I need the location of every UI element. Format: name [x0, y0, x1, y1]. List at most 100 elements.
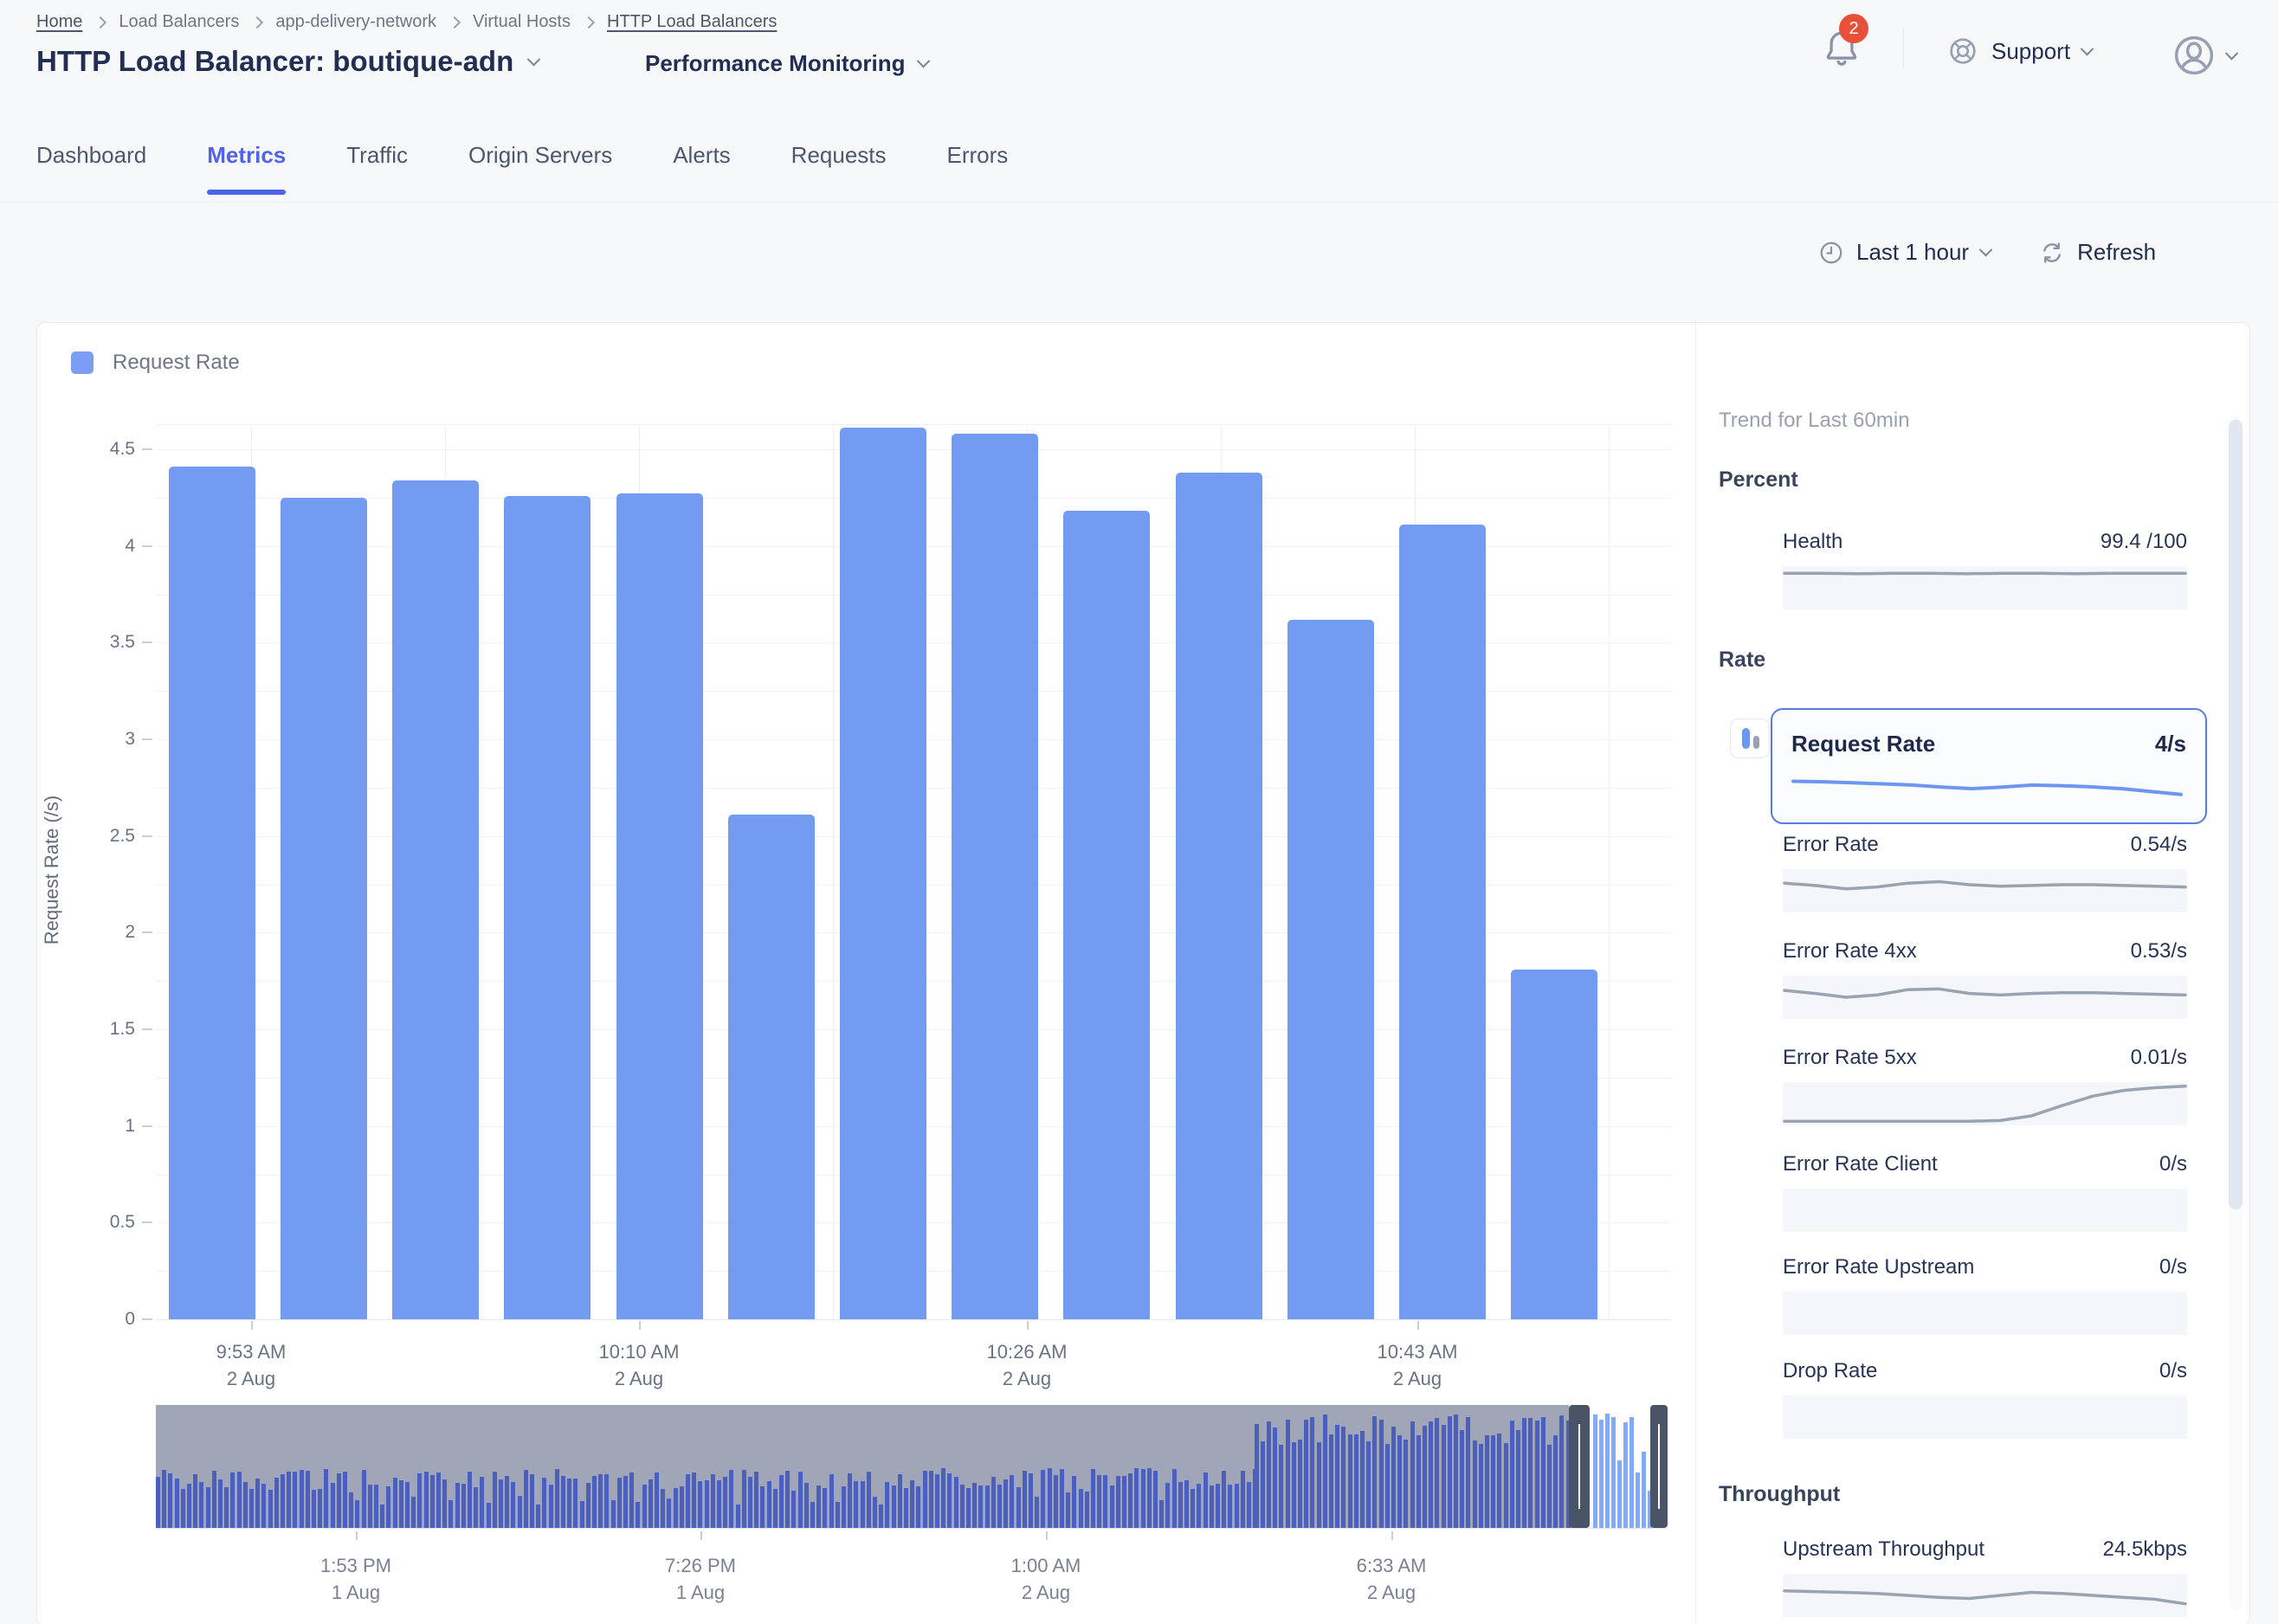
bar-chart-icon[interactable] [1730, 719, 1770, 758]
performance-monitoring-page: Home Load Balancers app-delivery-network… [0, 0, 2278, 1624]
brush-bar [972, 1483, 977, 1528]
brush-bar [312, 1490, 316, 1528]
brush-bar [1255, 1424, 1259, 1528]
metric-row-error-rate-upstream[interactable]: Error Rate Upstream0/s [1783, 1255, 2187, 1335]
metric-row-error-rate-client[interactable]: Error Rate Client0/s [1783, 1152, 2187, 1232]
brush-bar [748, 1477, 752, 1528]
brush-bar [1060, 1469, 1064, 1528]
chart-legend[interactable]: Request Rate [71, 351, 240, 375]
brush-bar [1310, 1417, 1314, 1528]
tab-origin-servers[interactable]: Origin Servers [468, 142, 612, 195]
brush-bar [1048, 1468, 1052, 1528]
time-range-label: Last 1 hour [1856, 239, 1969, 266]
metric-row-upstream-throughput[interactable]: Upstream Throughput24.5kbps [1783, 1537, 2187, 1617]
brush-bar [449, 1500, 453, 1528]
page-title-selector[interactable]: HTTP Load Balancer: boutique-adn [36, 45, 539, 78]
brush-bar [978, 1485, 983, 1528]
breadcrumb-home[interactable]: Home [36, 12, 82, 32]
brush-bar [1391, 1427, 1396, 1528]
account-menu[interactable] [2172, 33, 2236, 78]
refresh-button[interactable]: Refresh [2039, 239, 2156, 266]
tab-traffic[interactable]: Traffic [346, 142, 408, 195]
brush-bar [1335, 1425, 1339, 1528]
brush-bar [1416, 1435, 1421, 1528]
trend-area [1783, 1082, 2187, 1125]
brush-bar [362, 1470, 366, 1528]
brush-bar [798, 1472, 803, 1528]
y-axis-tick [142, 738, 152, 740]
tab-alerts[interactable]: Alerts [673, 142, 730, 195]
breadcrumb-http-load-balancers[interactable]: HTTP Load Balancers [607, 12, 777, 32]
brush-bar [230, 1473, 235, 1528]
brush-bar [580, 1501, 584, 1528]
trend-area [1783, 976, 2187, 1019]
tab-requests[interactable]: Requests [791, 142, 887, 195]
metric-label: Error Rate [1783, 833, 1879, 857]
brush-bar [206, 1487, 210, 1528]
support-menu[interactable]: Support [1946, 35, 2092, 68]
brush-selection-bar [1593, 1415, 1597, 1528]
metric-row-drop-rate[interactable]: Drop Rate0/s [1783, 1359, 2187, 1439]
metric-row-error-rate-5xx[interactable]: Error Rate 5xx0.01/s [1783, 1046, 2187, 1125]
breadcrumb-virtual-hosts[interactable]: Virtual Hosts [473, 12, 571, 32]
brush-bar [1235, 1484, 1239, 1528]
support-label: Support [1991, 38, 2070, 65]
brush-bar [1066, 1492, 1070, 1528]
brush-bar [318, 1489, 322, 1528]
scrollbar-thumb[interactable] [2229, 420, 2243, 1209]
brush-bar [455, 1483, 460, 1528]
brush-bar [261, 1484, 266, 1528]
brush-axis-line [156, 1528, 1667, 1529]
chevron-right-icon [251, 16, 263, 28]
brush-tick [700, 1531, 702, 1540]
x-axis-tick [1417, 1321, 1419, 1330]
metric-label: Request Rate [1791, 731, 1935, 757]
trend-sparkline [1783, 976, 2187, 1019]
metric-row-error-rate[interactable]: Error Rate0.54/s [1783, 833, 2187, 912]
brush-bar [1317, 1442, 1321, 1528]
brush-bar [380, 1505, 384, 1528]
brush-selection-bar [1623, 1422, 1628, 1528]
brush-bar [779, 1475, 784, 1528]
trend-sparkline [1791, 771, 2183, 806]
brush-bar [1247, 1482, 1251, 1528]
tab-errors[interactable]: Errors [947, 142, 1009, 195]
brush-bar [879, 1505, 883, 1528]
time-range-button[interactable]: Last 1 hour [1818, 239, 1991, 266]
brush-bar [368, 1485, 372, 1528]
y-axis-label: 4.5 [83, 439, 135, 460]
tab-dashboard[interactable]: Dashboard [36, 142, 146, 195]
y-axis-label: 3 [83, 729, 135, 750]
y-axis-label: 2 [83, 922, 135, 943]
trend-area [1783, 1292, 2187, 1335]
tab-metrics[interactable]: Metrics [207, 142, 286, 195]
metric-row-request-rate[interactable]: Request Rate4/s [1771, 708, 2207, 824]
metric-value: 0/s [2159, 1359, 2187, 1383]
y-axis-title: Request Rate (/s) [41, 740, 63, 1000]
brush-bar [1103, 1475, 1107, 1528]
brush-bar [573, 1479, 578, 1528]
gridline-v [1609, 424, 1610, 1319]
trend-area [1783, 1574, 2187, 1617]
breadcrumb-load-balancers[interactable]: Load Balancers [119, 12, 239, 32]
breadcrumb-namespace[interactable]: app-delivery-network [275, 12, 436, 32]
brush-bar [1304, 1420, 1308, 1528]
legend-swatch [71, 351, 94, 374]
brush-bar [1535, 1421, 1539, 1528]
metric-row-health[interactable]: Health99.4 /100 [1783, 530, 2187, 609]
brush-tick [1391, 1531, 1393, 1540]
brush-bar [617, 1478, 622, 1528]
metric-value: 0.01/s [2131, 1046, 2187, 1070]
brush-bar [343, 1472, 347, 1528]
brush-bar [430, 1475, 435, 1528]
brush-bar [760, 1486, 765, 1528]
brush-bar [985, 1485, 990, 1528]
view-selector[interactable]: Performance Monitoring [645, 50, 928, 77]
metric-row-error-rate-4xx[interactable]: Error Rate 4xx0.53/s [1783, 939, 2187, 1019]
brush-bar [1122, 1476, 1126, 1528]
brush-bar [1279, 1445, 1283, 1528]
brush-bar [1286, 1420, 1290, 1528]
brush-handle-right[interactable] [1650, 1405, 1668, 1528]
brush-bar [1559, 1415, 1564, 1528]
brush-handle-left[interactable] [1569, 1405, 1590, 1528]
